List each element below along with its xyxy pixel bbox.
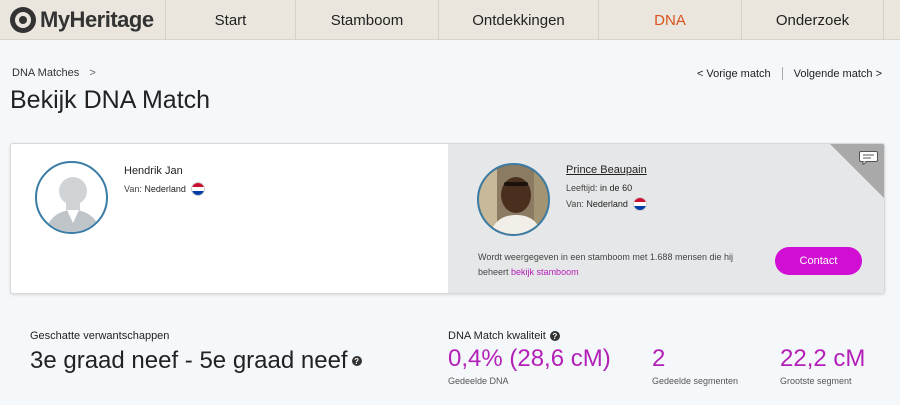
logo[interactable]: MyHeritage <box>10 6 154 34</box>
breadcrumb-link-dna-matches[interactable]: DNA Matches <box>12 67 79 79</box>
nav-item-stamboom[interactable]: Stamboom <box>295 0 438 40</box>
match-quality-text: DNA Match kwaliteit <box>448 330 546 342</box>
relationship-value: 3e graad neef - 5e graad neef ? <box>30 347 362 375</box>
page-title: Bekijk DNA Match <box>10 86 211 114</box>
breadcrumb-separator: > <box>89 67 96 79</box>
nav-item-dna[interactable]: DNA <box>598 0 741 40</box>
nav-item-onderzoek[interactable]: Onderzoek <box>741 0 884 40</box>
flag-netherlands-icon <box>632 197 647 211</box>
user-avatar <box>35 161 108 234</box>
user-name: Hendrik Jan <box>124 165 183 177</box>
shared-segments-label: Gedeelde segmenten <box>652 376 739 386</box>
match-photo <box>479 165 548 234</box>
user-origin: Van: Nederland <box>124 182 205 196</box>
view-tree-link[interactable]: bekijk stamboom <box>511 267 579 277</box>
match-country: Nederland <box>586 199 628 209</box>
largest-segment-label: Grootste segment <box>780 376 852 386</box>
user-origin-label: Van: <box>124 184 142 194</box>
breadcrumb: DNA Matches > <box>12 67 96 79</box>
nav-item-ontdekkingen[interactable]: Ontdekkingen <box>438 0 598 40</box>
pager-divider <box>781 67 783 80</box>
help-icon[interactable]: ? <box>351 356 362 366</box>
match-panel: Prince Beaupain Leeftijd: in de 60 Van: … <box>448 144 884 293</box>
match-age-label: Leeftijd: <box>566 183 598 193</box>
next-match-link[interactable]: Volgende match > <box>794 68 882 80</box>
top-nav: MyHeritage Start Stamboom Ontdekkingen D… <box>0 0 900 40</box>
flag-netherlands-icon <box>190 182 205 196</box>
nav-item-start[interactable]: Start <box>165 0 295 40</box>
relationship-text: 3e graad neef - 5e graad neef <box>30 347 348 374</box>
nav-items: Start Stamboom Ontdekkingen DNA Onderzoe… <box>165 0 884 40</box>
contact-button[interactable]: Contact <box>775 247 862 275</box>
match-card: Hendrik Jan Van: Nederland Prince Beaupa… <box>10 143 885 294</box>
logo-text: MyHeritage <box>40 7 154 32</box>
largest-segment-value: 22,2 cM <box>780 345 866 372</box>
match-quality-label: DNA Match kwaliteit ? <box>448 330 560 342</box>
user-country: Nederland <box>144 184 186 194</box>
match-avatar[interactable] <box>477 163 550 236</box>
tree-info: Wordt weergegeven in een stamboom met 1.… <box>478 250 748 280</box>
shared-dna-value: 0,4% (28,6 cM) <box>448 345 611 372</box>
shared-segments-value: 2 <box>652 345 666 372</box>
person-silhouette-icon <box>45 177 101 232</box>
previous-match-link[interactable]: < Vorige match <box>697 68 771 80</box>
match-origin-label: Van: <box>566 199 584 209</box>
chat-bubble-icon[interactable] <box>859 151 878 165</box>
match-pager: < Vorige match Volgende match > <box>697 67 882 80</box>
logo-icon <box>10 7 36 33</box>
shared-dna-label: Gedeelde DNA <box>448 376 509 386</box>
match-age: Leeftijd: in de 60 <box>566 183 632 193</box>
match-origin: Van: Nederland <box>566 197 647 211</box>
match-age-value: in de 60 <box>600 183 633 193</box>
help-icon[interactable]: ? <box>549 331 560 341</box>
relationship-label: Geschatte verwantschappen <box>30 330 170 342</box>
match-name[interactable]: Prince Beaupain <box>566 164 647 176</box>
